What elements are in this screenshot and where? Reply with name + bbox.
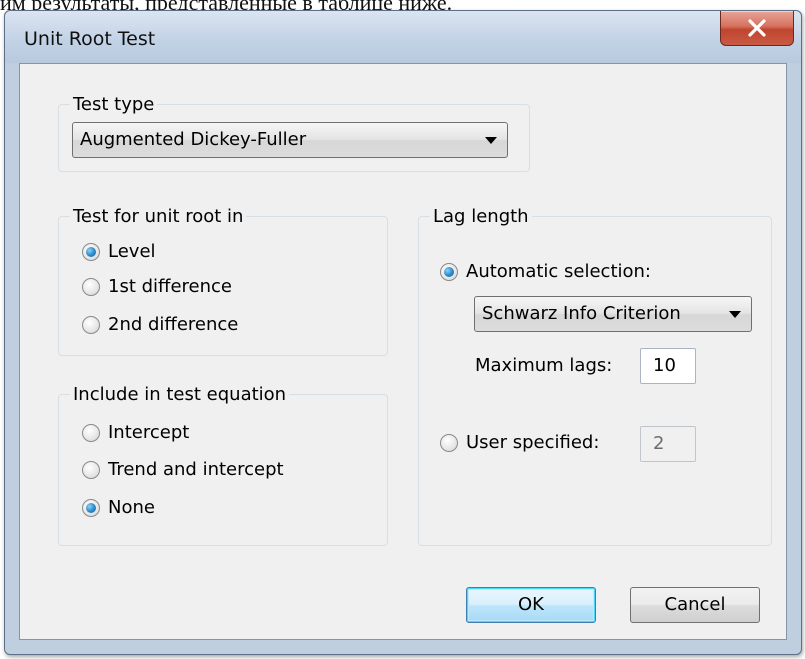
radio-button[interactable] — [82, 243, 100, 261]
unit-root-in-legend: Test for unit root in — [73, 206, 244, 227]
user-specified-input[interactable]: 2 — [640, 426, 696, 462]
radio-trend-and-intercept[interactable]: Trend and intercept — [82, 458, 322, 484]
cancel-button[interactable]: Cancel — [630, 587, 760, 623]
radio-button[interactable] — [82, 499, 100, 517]
radio-label: Automatic selection: — [466, 261, 652, 282]
radio-label: Intercept — [108, 422, 190, 443]
unit-root-test-dialog: Unit Root Test Test type Augmented Dicke… — [4, 10, 802, 655]
radio-label: Trend and intercept — [108, 459, 284, 480]
user-specified-value: 2 — [653, 433, 665, 454]
radio-label: 1st difference — [108, 276, 232, 297]
radio-button[interactable] — [82, 461, 100, 479]
radio-label: User specified: — [466, 432, 600, 453]
criterion-dropdown[interactable]: Schwarz Info Criterion — [474, 296, 752, 332]
dialog-client-area: Test type Augmented Dickey-Fuller Test f… — [19, 63, 787, 640]
maximum-lags-input[interactable]: 10 — [640, 348, 696, 384]
chevron-down-icon — [485, 137, 497, 144]
radio-none[interactable]: None — [82, 496, 242, 522]
radio-user-specified[interactable]: User specified: — [440, 431, 630, 457]
close-icon — [748, 19, 766, 37]
criterion-selected: Schwarz Info Criterion — [482, 303, 681, 324]
dialog-title: Unit Root Test — [24, 28, 156, 50]
ok-button[interactable]: OK — [466, 587, 596, 623]
radio-label: Level — [108, 241, 156, 262]
maximum-lags-label: Maximum lags: — [475, 355, 613, 376]
radio-intercept[interactable]: Intercept — [82, 421, 282, 447]
test-equation-legend: Include in test equation — [73, 384, 287, 405]
radio-label: 2nd difference — [108, 314, 239, 335]
lag-length-legend: Lag length — [433, 206, 529, 227]
radio-automatic-selection[interactable]: Automatic selection: — [440, 260, 700, 286]
test-type-dropdown[interactable]: Augmented Dickey-Fuller — [72, 122, 508, 158]
radio-1st-difference[interactable]: 1st difference — [82, 275, 282, 301]
radio-button[interactable] — [82, 316, 100, 334]
chevron-down-icon — [729, 311, 741, 318]
maximum-lags-value: 10 — [653, 355, 676, 376]
radio-button[interactable] — [440, 434, 458, 452]
test-type-legend: Test type — [73, 94, 155, 115]
radio-button[interactable] — [440, 263, 458, 281]
close-button[interactable] — [720, 11, 794, 46]
title-bar[interactable]: Unit Root Test — [5, 11, 801, 63]
radio-button[interactable] — [82, 278, 100, 296]
test-type-selected: Augmented Dickey-Fuller — [80, 129, 307, 150]
radio-button[interactable] — [82, 424, 100, 442]
radio-2nd-difference[interactable]: 2nd difference — [82, 313, 282, 339]
radio-level[interactable]: Level — [82, 240, 242, 266]
radio-label: None — [108, 497, 155, 518]
